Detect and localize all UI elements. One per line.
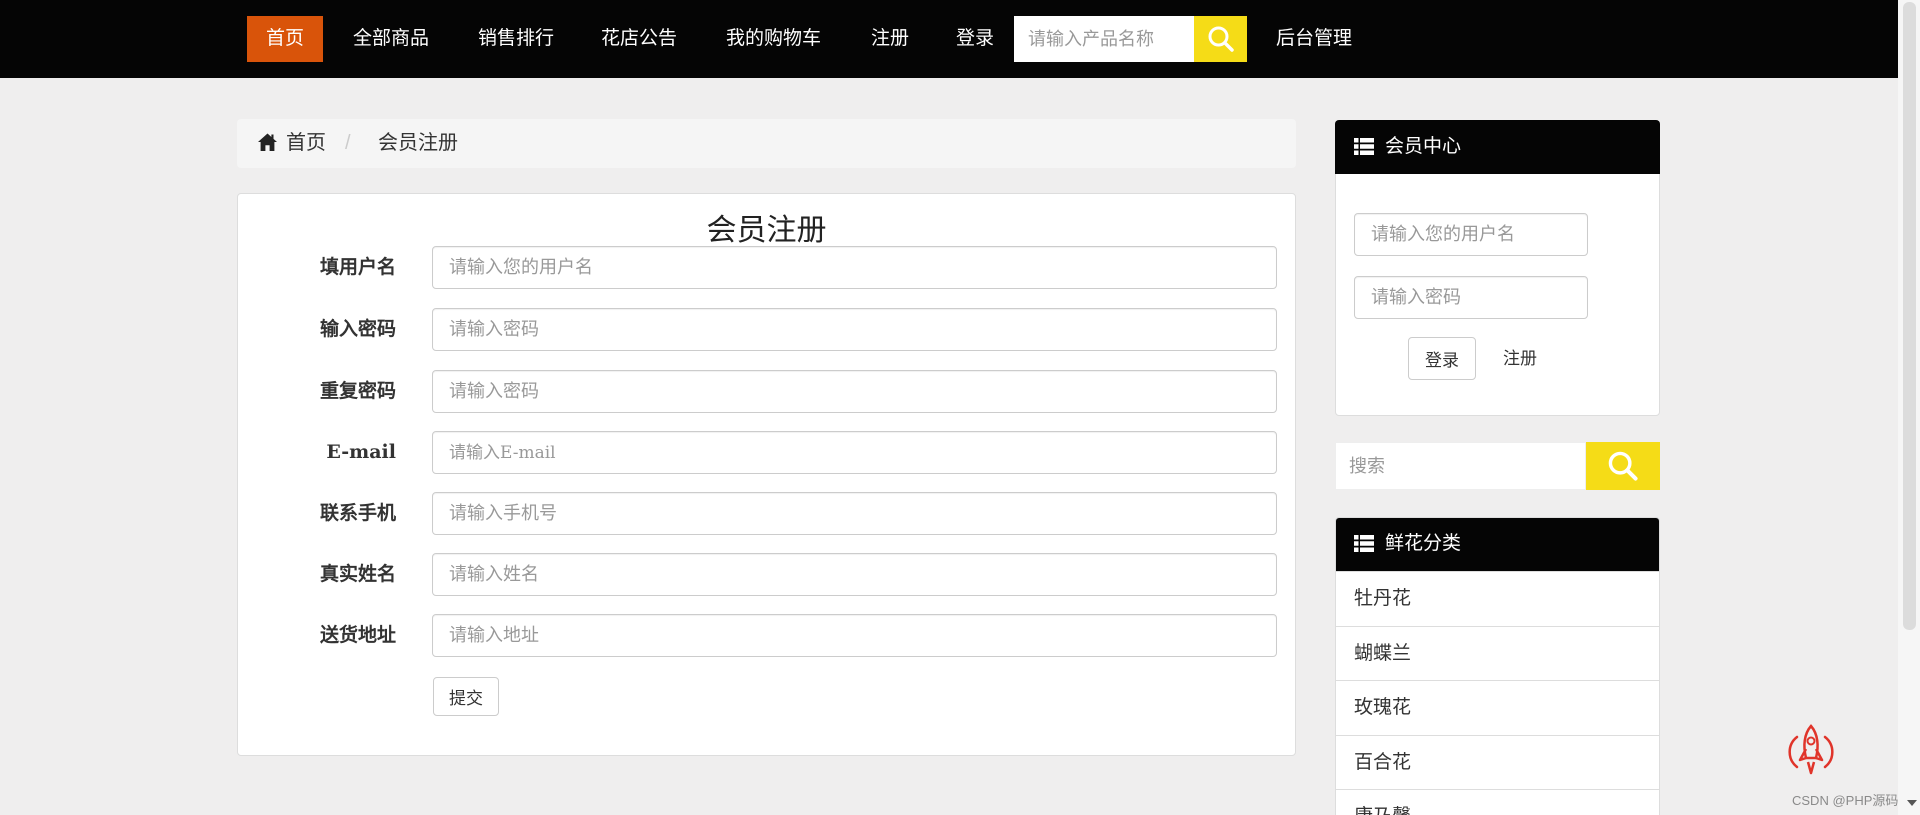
category-item[interactable]: 康乃馨 [1336, 789, 1659, 815]
breadcrumb-separator: / [345, 132, 351, 154]
username-label: 填用户名 [319, 256, 396, 278]
list-icon [1354, 535, 1374, 552]
category-item[interactable]: 玫瑰花 [1336, 680, 1659, 735]
category-item[interactable]: 牡丹花 [1336, 571, 1659, 626]
password-field[interactable] [432, 308, 1277, 351]
page-title: 会员注册 [706, 214, 827, 247]
phone-label: 联系手机 [319, 502, 396, 524]
breadcrumb: 首页 / 会员注册 [237, 119, 1296, 168]
address-field[interactable] [432, 614, 1277, 657]
category-item[interactable]: 百合花 [1336, 734, 1659, 790]
realname-label: 真实姓名 [319, 563, 396, 585]
list-icon [1354, 138, 1374, 155]
email-field[interactable] [432, 431, 1277, 474]
form-row-repeat-password: 重复密码 [238, 370, 1295, 413]
scrollbar[interactable] [1898, 0, 1920, 815]
sidebar-search [1335, 442, 1660, 490]
form-row-username: 填用户名 [238, 246, 1295, 289]
phone-field[interactable] [432, 492, 1277, 535]
chevron-down-icon[interactable] [1907, 800, 1917, 806]
categories-header: 鲜花分类 [1336, 518, 1659, 571]
address-label: 送货地址 [319, 624, 396, 646]
username-field[interactable] [432, 246, 1277, 289]
realname-field[interactable] [432, 553, 1277, 596]
form-row-password: 输入密码 [238, 308, 1295, 351]
sidebar-search-button[interactable] [1586, 442, 1660, 490]
sidebar-password-field[interactable] [1354, 276, 1588, 319]
category-list: 牡丹花 蝴蝶兰 玫瑰花 百合花 康乃馨 [1336, 571, 1659, 815]
password-label: 输入密码 [319, 318, 396, 340]
home-icon [258, 133, 277, 151]
sidebar-search-input[interactable] [1335, 442, 1586, 490]
nav-all-products[interactable]: 全部商品 [353, 16, 429, 62]
submit-button[interactable]: 提交 [433, 677, 499, 716]
watermark-text: CSDN @PHP源码 [1792, 793, 1899, 808]
member-center-header: 会员中心 [1335, 120, 1660, 174]
search-icon [1208, 26, 1234, 52]
category-item[interactable]: 蝴蝶兰 [1336, 625, 1659, 681]
form-row-address: 送货地址 [238, 614, 1295, 657]
breadcrumb-home-link[interactable]: 首页 [286, 119, 326, 168]
nav-sales-ranking[interactable]: 销售排行 [478, 16, 554, 62]
nav-announcements[interactable]: 花店公告 [601, 16, 677, 62]
register-panel: 会员注册 填用户名 输入密码 重复密码 E-mail 联系手机 真实姓名 送货地… [237, 193, 1296, 756]
member-center-panel: 会员中心 登录 注册 [1335, 120, 1660, 416]
product-search-input[interactable] [1014, 16, 1194, 62]
product-search-button[interactable] [1194, 16, 1247, 62]
repeat-password-field[interactable] [432, 370, 1277, 413]
categories-panel: 鲜花分类 牡丹花 蝴蝶兰 玫瑰花 百合花 康乃馨 [1335, 517, 1660, 815]
search-icon [1608, 451, 1638, 481]
email-label: E-mail [326, 441, 396, 463]
sidebar-username-field[interactable] [1354, 213, 1588, 256]
nav-admin[interactable]: 后台管理 [1276, 16, 1352, 62]
nav-home[interactable]: 首页 [247, 16, 323, 62]
form-row-phone: 联系手机 [238, 492, 1295, 535]
form-row-email: E-mail [238, 431, 1295, 474]
breadcrumb-current: 会员注册 [378, 132, 458, 154]
member-center-title: 会员中心 [1385, 136, 1462, 157]
repeat-password-label: 重复密码 [319, 380, 396, 402]
sidebar-register-link[interactable]: 注册 [1503, 337, 1537, 380]
scrollbar-thumb[interactable] [1903, 2, 1916, 630]
form-row-realname: 真实姓名 [238, 553, 1295, 596]
top-nav: 首页 全部商品 销售排行 花店公告 我的购物车 注册 登录 后台管理 [0, 0, 1898, 78]
nav-login[interactable]: 登录 [956, 16, 994, 62]
nav-register[interactable]: 注册 [871, 16, 909, 62]
sidebar-login-button[interactable]: 登录 [1408, 337, 1476, 380]
nav-cart[interactable]: 我的购物车 [726, 16, 821, 62]
categories-title: 鲜花分类 [1385, 533, 1462, 554]
rocket-icon [1788, 724, 1834, 775]
